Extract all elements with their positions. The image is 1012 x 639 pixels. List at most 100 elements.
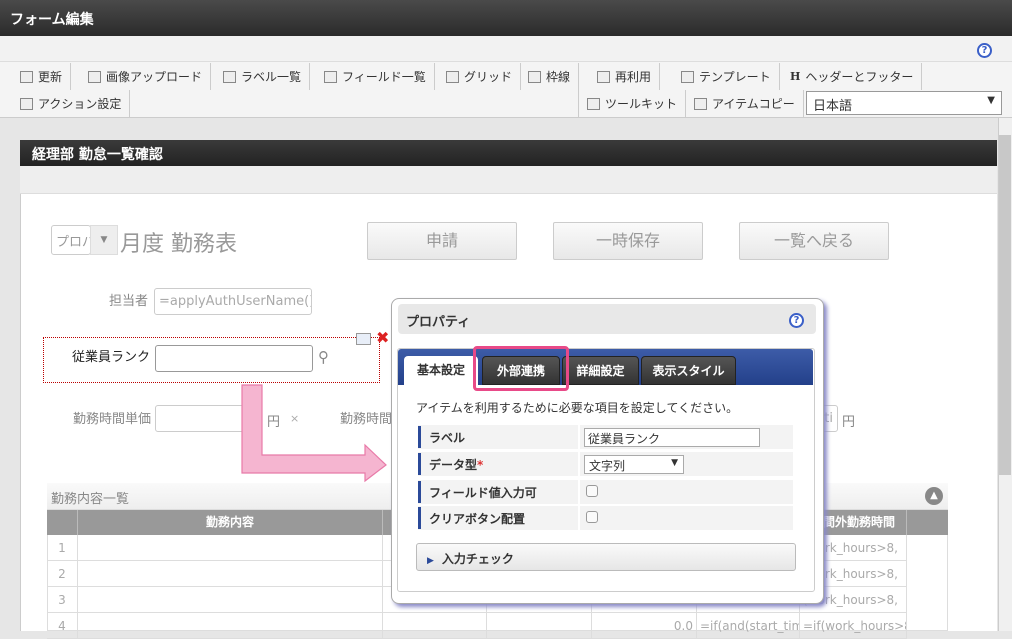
button-label: フィールド一覧	[342, 70, 426, 84]
dialog-description: アイテムを利用するために必要な項目を設定してください。	[416, 401, 739, 415]
button-label: アクション設定	[38, 97, 122, 111]
toolbar-button-1[interactable]: 画像アップロード	[80, 63, 212, 90]
table-icon[interactable]	[356, 333, 371, 345]
chevron-down-icon[interactable]: ▼	[90, 225, 118, 255]
toolbar-button-8[interactable]: H ヘッダーとフッター	[782, 63, 923, 90]
table-cell[interactable]: 0.0	[592, 613, 697, 639]
header-icon: H	[790, 70, 801, 83]
toolkit-icon	[587, 97, 600, 110]
document-icon	[597, 70, 610, 83]
help-icon[interactable]: ?	[789, 313, 804, 328]
toolbar-button-0[interactable]: 更新	[12, 63, 72, 90]
search-icon[interactable]: ⚲	[318, 348, 329, 366]
form-subheader	[20, 166, 997, 194]
button-label: ヘッダーとフッター	[805, 70, 914, 84]
item-copy-button[interactable]: アイテムコピー	[686, 90, 804, 117]
table-cell[interactable]: =if(and(start_time>	[697, 613, 800, 639]
image-upload-icon	[88, 70, 101, 83]
toolbar-button-7[interactable]: テンプレート	[673, 63, 780, 90]
rank-input[interactable]	[155, 345, 313, 372]
input-check-accordion[interactable]: ▶ 入力チェック	[416, 543, 796, 571]
toolbar-button-5[interactable]: 枠線	[520, 63, 580, 90]
table-cell[interactable]	[78, 613, 383, 639]
button-label: 画像アップロード	[106, 70, 203, 84]
button-label: ラベル一覧	[241, 70, 302, 84]
toolbar-button-4[interactable]: グリッド	[438, 63, 522, 90]
hourly-input[interactable]	[155, 405, 245, 432]
temp-save-button[interactable]: 一時保存	[553, 222, 703, 260]
border-icon	[528, 70, 541, 83]
table-cell: 2	[47, 561, 78, 587]
grid-icon	[446, 70, 459, 83]
select-value: プロパ	[56, 235, 90, 250]
table-cell: 1	[47, 535, 78, 561]
prop-row-label: ラベル 従業員ランク	[418, 425, 793, 449]
table-cell: 4	[47, 613, 78, 639]
table-cell[interactable]	[78, 587, 383, 613]
dialog-title-text: プロパティ	[406, 315, 471, 330]
action-settings-button[interactable]: アクション設定	[12, 90, 131, 117]
list-icon	[223, 70, 236, 83]
button-label: テンプレート	[699, 70, 771, 84]
label-input[interactable]: 従業員ランク	[584, 428, 760, 447]
table-cell[interactable]	[78, 535, 383, 561]
prop-label: ラベル	[418, 426, 575, 448]
table-row: 4 0.0=if(and(start_time>=if(work_hours>8,	[47, 613, 907, 639]
table-cell[interactable]	[78, 561, 383, 587]
back-to-list-button[interactable]: 一覧へ戻る	[739, 222, 889, 260]
assignee-input[interactable]: =applyAuthUserName()	[154, 288, 312, 315]
language-value: 日本語	[813, 99, 853, 114]
form-title: 経理部 勤怠一覧確認	[20, 140, 997, 166]
button-label: 枠線	[546, 70, 571, 84]
accordion-label: 入力チェック	[441, 552, 514, 566]
scrollbar-thumb[interactable]	[999, 135, 1011, 475]
toolkit-icon	[694, 97, 707, 110]
action-icon	[20, 97, 33, 110]
toolbar-button-6[interactable]: 再利用	[589, 63, 661, 90]
prop-label: データ型*	[418, 453, 575, 475]
select-value: 文字列	[589, 459, 626, 473]
collapse-icon[interactable]: ▲	[925, 487, 943, 505]
tab-display-style[interactable]: 表示スタイル	[641, 356, 736, 385]
column-header	[47, 510, 78, 535]
field-input-checkbox[interactable]	[586, 485, 598, 497]
help-row	[0, 36, 1012, 62]
language-select[interactable]: 日本語 ▼	[806, 91, 1002, 115]
prop-label: フィールド値入力可	[418, 481, 575, 503]
delete-icon[interactable]: ✖	[376, 328, 389, 347]
rank-label: 従業員ランク	[71, 350, 150, 365]
prop-label: クリアボタン配置	[418, 507, 575, 529]
toolbar-button-3[interactable]: フィールド一覧	[316, 63, 435, 90]
help-icon[interactable]: ?	[977, 43, 992, 58]
toolkit-button[interactable]: ツールキット	[578, 90, 687, 117]
assignee-label: 担当者	[108, 294, 148, 309]
table-cell[interactable]	[487, 613, 592, 639]
list-icon	[324, 70, 337, 83]
hourly-label: 勤務時間単価	[72, 412, 151, 427]
unit-label: 円	[842, 415, 856, 430]
button-label: アイテムコピー	[712, 97, 795, 111]
template-icon	[681, 70, 694, 83]
table-cell[interactable]	[383, 613, 487, 639]
pointer-arrow	[241, 384, 387, 483]
refresh-icon	[20, 70, 33, 83]
caret-right-icon: ▶	[427, 556, 434, 566]
table-cell: 3	[47, 587, 78, 613]
highlight-frame	[473, 346, 569, 391]
heading-select[interactable]: プロパ	[51, 225, 91, 255]
prop-row-field-input: フィールド値入力可	[418, 480, 793, 504]
tab-basic[interactable]: 基本設定	[404, 356, 478, 385]
heading-text: 月度 勤務表	[120, 232, 237, 257]
dialog-title: プロパティ	[398, 304, 816, 334]
clear-button-checkbox[interactable]	[586, 511, 598, 523]
chevron-down-icon: ▼	[987, 95, 995, 106]
button-label: 更新	[38, 70, 63, 84]
apply-button[interactable]: 申請	[367, 222, 517, 260]
datatype-select[interactable]: 文字列 ▼	[584, 455, 684, 474]
toolbar-button-2[interactable]: ラベル一覧	[215, 63, 311, 90]
chevron-down-icon: ▼	[671, 458, 678, 468]
tab-detail[interactable]: 詳細設定	[562, 356, 639, 385]
table-cell[interactable]: =if(work_hours>8,	[800, 613, 907, 639]
button-label: グリッド	[464, 70, 513, 84]
button-label: ツールキット	[605, 97, 678, 111]
